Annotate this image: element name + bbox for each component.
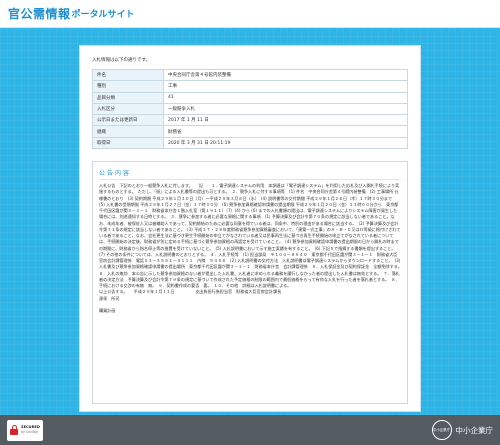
table-row: 取得日 2020 年 3 月 31 日 20:11:19 — [92, 136, 408, 150]
row-label: 件名 — [92, 68, 164, 82]
site-logo[interactable]: 官公需情報 — [8, 5, 71, 22]
table-row: 件名 中央合同庁舎第４号館内装整備 — [92, 68, 408, 82]
row-value: 41 — [163, 91, 408, 104]
row-label: 取得日 — [92, 136, 164, 150]
security-seal[interactable]: SECURED by Sectigo — [7, 419, 43, 441]
row-label: 組織 — [92, 125, 164, 138]
lock-icon — [10, 425, 18, 435]
table-row: 組織 財務省 — [92, 125, 408, 138]
seal-line-2: by Sectigo — [21, 430, 38, 434]
bid-info-table: 件名 中央合同庁舎第４号館内装整備 種別 工事 品目分類 41 入札区分 一般競… — [92, 68, 408, 150]
main-content-panel: 入札情報は以下の通りです。 件名 中央合同庁舎第４号館内装整備 種別 工事 品目… — [79, 45, 421, 412]
table-row: 入札区分 一般競争入札 — [92, 102, 408, 116]
row-label: 種別 — [92, 80, 164, 93]
row-value: 2017 年 1 月 11 日 — [163, 114, 408, 127]
agency-logo-icon: 中小企業庁 — [431, 420, 452, 440]
agency-name: 中小企業庁 — [455, 425, 494, 435]
row-value: 中央合同庁舎第４号館内装整備 — [163, 68, 408, 82]
row-label: 品目分類 — [92, 91, 164, 104]
row-value: 一般競争入札 — [163, 102, 408, 116]
table-row: 種別 工事 — [92, 80, 408, 93]
row-value: 工事 — [163, 80, 408, 93]
table-row: 公示日または更新日 2017 年 1 月 11 日 — [92, 114, 408, 127]
intro-text: 入札情報は以下の通りです。 — [92, 58, 151, 63]
row-label: 公示日または更新日 — [92, 114, 164, 127]
site-header: 官公需情報 ポータルサイト — [0, 0, 500, 28]
site-logo-subtitle[interactable]: ポータルサイト — [72, 7, 135, 20]
row-value: 財務省 — [163, 125, 408, 138]
notice-body: 入札公告 下記のとおり一般競争入札に付します。 記 １．電子調達システムの利用 … — [99, 183, 401, 314]
row-value: 2020 年 3 月 31 日 20:11:19 — [163, 136, 408, 150]
notice-title: 公告内容 — [99, 168, 401, 181]
site-footer: SECURED by Sectigo 中小企業庁 中小企業庁 — [0, 415, 500, 445]
row-label: 入札区分 — [92, 102, 164, 116]
seal-text: SECURED by Sectigo — [21, 425, 40, 434]
table-row: 品目分類 41 — [92, 91, 408, 104]
agency-brand[interactable]: 中小企業庁 中小企業庁 — [431, 420, 494, 440]
notice-box: 公告内容 入札公告 下記のとおり一般競争入札に付します。 記 １．電子調達システ… — [92, 161, 408, 405]
